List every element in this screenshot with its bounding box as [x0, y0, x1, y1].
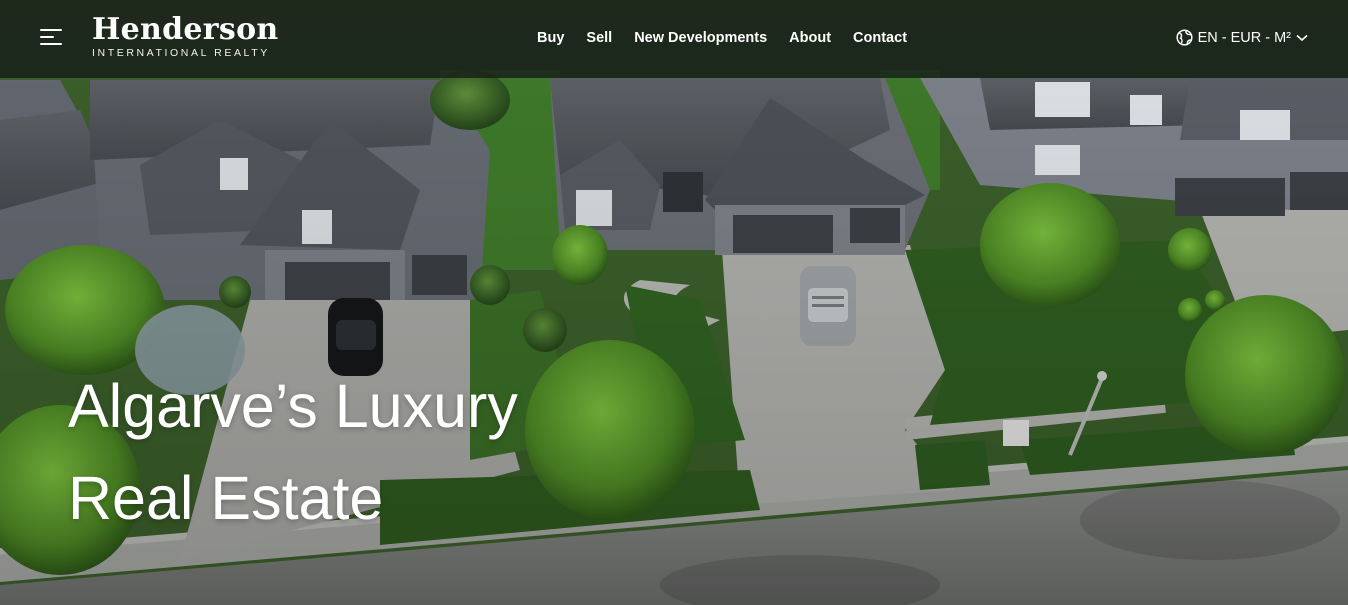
- chevron-down-icon: [1296, 34, 1308, 41]
- site-header: Henderson INTERNATIONAL REALTY Buy Sell …: [0, 0, 1348, 78]
- nav-link-buy[interactable]: Buy: [537, 30, 564, 46]
- nav-link-about[interactable]: About: [789, 30, 831, 46]
- nav-link-contact[interactable]: Contact: [853, 30, 907, 46]
- hamburger-menu-icon[interactable]: [40, 29, 64, 49]
- logo-tagline: INTERNATIONAL REALTY: [92, 47, 270, 59]
- hero-headline: Algarve’s Luxury Real Estate: [68, 360, 518, 544]
- globe-icon: [1176, 29, 1193, 46]
- site-logo[interactable]: Henderson INTERNATIONAL REALTY: [92, 12, 279, 60]
- locale-selector[interactable]: EN - EUR - M²: [1176, 29, 1308, 46]
- main-nav: Buy Sell New Developments About Contact: [537, 30, 907, 46]
- locale-label: EN - EUR - M²: [1197, 29, 1291, 46]
- nav-link-sell[interactable]: Sell: [586, 30, 612, 46]
- logo-name: Henderson: [92, 12, 279, 47]
- hero-headline-line-1: Algarve’s Luxury: [68, 372, 518, 440]
- hero-headline-line-2: Real Estate: [68, 464, 384, 532]
- nav-link-new-developments[interactable]: New Developments: [634, 30, 767, 46]
